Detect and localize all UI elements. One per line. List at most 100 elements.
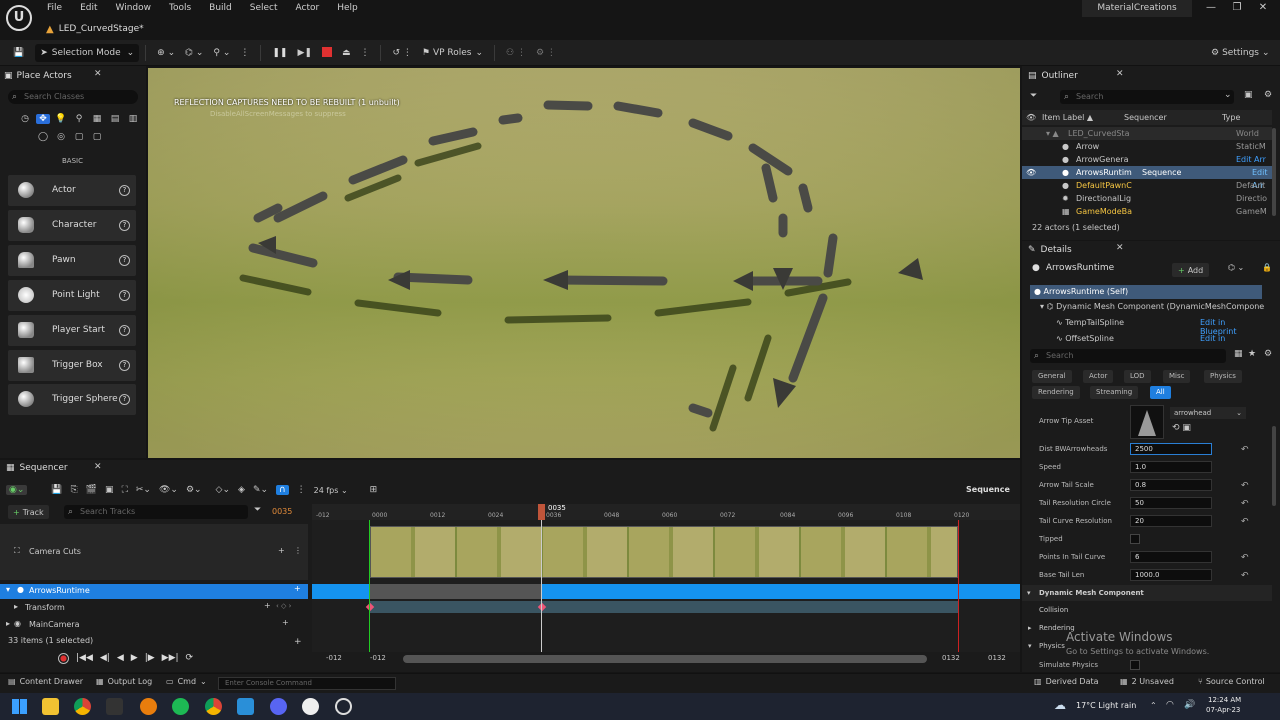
step-icon[interactable]: ▶❚ — [292, 44, 316, 62]
lock-icon[interactable]: 🔒 — [1262, 263, 1272, 272]
search-classes-input[interactable]: Search Classes — [8, 90, 138, 104]
component-offsetspline[interactable]: ∿ OffsetSpline Edit in Blueprint — [1056, 334, 1262, 342]
column-item-label[interactable]: Item Label ▲ — [1042, 113, 1124, 122]
blueprint-options-icon[interactable]: ⌬ ⌄ — [1228, 263, 1244, 272]
speed-field[interactable]: 1.0 — [1130, 461, 1212, 473]
menu-select[interactable]: Select — [241, 0, 287, 17]
pause-icon[interactable]: ❚❚ — [267, 44, 292, 62]
maximize-icon[interactable]: ❐ — [1230, 2, 1244, 14]
column-type[interactable]: Type — [1222, 113, 1240, 122]
close-icon[interactable]: ✕ — [94, 69, 102, 79]
view-range-start[interactable]: -012 — [326, 654, 342, 662]
gear-icon[interactable]: ⚙ — [1264, 349, 1272, 359]
edit-blueprint-link[interactable]: Edit in Blueprint — [1200, 334, 1262, 342]
reverse-play-icon[interactable]: ◀ — [117, 653, 124, 663]
save-as-icon[interactable]: ⎘ — [71, 485, 78, 495]
scrollbar[interactable] — [1272, 128, 1276, 216]
reset-icon[interactable]: ↶ — [1241, 517, 1249, 527]
sequencer-tab[interactable]: ▦ Sequencer — [6, 460, 106, 476]
console-command-input[interactable]: Enter Console Command — [218, 677, 396, 690]
actor-item[interactable]: Actor? — [8, 175, 136, 206]
current-frame-field[interactable]: 0035 — [272, 507, 292, 516]
jump-start-icon[interactable]: |◀◀ — [76, 653, 93, 663]
playback-options-icon[interactable]: ⚙⌄ — [186, 485, 202, 495]
cinematic-icon[interactable]: ⚲ — [72, 114, 86, 124]
vp-roles-dropdown[interactable]: ⚑ VP Roles ⌄ — [417, 44, 488, 62]
unreal-engine-icon[interactable] — [302, 698, 319, 715]
basic-icon[interactable]: ✥ — [36, 114, 50, 124]
component-dynamic-mesh[interactable]: ▾ ⌬ Dynamic Mesh Component (DynamicMeshC… — [1040, 302, 1264, 311]
working-range-start[interactable]: -012 — [370, 654, 386, 662]
tail-curve-resolution-field[interactable]: 20 — [1130, 515, 1212, 527]
outliner-row-directionallight[interactable]: ✹ DirectionalLig Directio — [1022, 192, 1272, 205]
reset-icon[interactable]: ↶ — [1241, 499, 1249, 509]
help-icon[interactable]: ? — [119, 220, 130, 231]
snap-icon[interactable]: ∩ — [276, 485, 289, 495]
dynamic-mesh-section[interactable]: ▾ Dynamic Mesh Component — [1022, 585, 1272, 601]
reset-icon[interactable]: ↶ — [1241, 445, 1249, 455]
timeline-area[interactable]: -012 0000 0012 0024 0036 0048 0060 0072 … — [312, 504, 1020, 652]
display-icon[interactable]: ⊞ — [370, 485, 378, 495]
geometry-icon[interactable]: ▤ — [108, 114, 122, 124]
place-actors-tab[interactable]: ▣ Place Actors — [4, 68, 104, 84]
visual-effects-icon[interactable]: ▦ — [90, 114, 104, 124]
selection-mode-dropdown[interactable]: ➤ Selection Mode ⌄ — [35, 43, 140, 62]
cube-icon[interactable]: ▢ — [72, 132, 86, 142]
category-misc[interactable]: Misc — [1163, 370, 1191, 383]
menu-file[interactable]: File — [38, 0, 71, 17]
playhead-line[interactable] — [541, 520, 542, 652]
edit-blueprint-link[interactable]: Edit Arr — [1236, 153, 1266, 166]
pawn-item[interactable]: Pawn? — [8, 245, 136, 276]
view-range-end[interactable]: 0132 — [988, 654, 1006, 662]
all-classes-icon[interactable]: ◯ — [36, 132, 50, 142]
discord-icon[interactable] — [270, 698, 287, 715]
arrow-tail-scale-field[interactable]: 0.8 — [1130, 479, 1212, 491]
category-rendering[interactable]: Rendering — [1032, 386, 1080, 399]
menu-window[interactable]: Window — [107, 0, 161, 17]
chevron-down-icon[interactable]: ⌄ — [1224, 90, 1232, 100]
clock-date[interactable]: 07-Apr-23 — [1206, 706, 1240, 714]
more-icon[interactable]: ⋮ — [355, 44, 374, 62]
component-self[interactable]: ● ArrowsRuntime (Self) — [1030, 285, 1262, 299]
menu-build[interactable]: Build — [200, 0, 241, 17]
search-tracks-input[interactable]: Search Tracks — [64, 505, 248, 519]
menu-help[interactable]: Help — [328, 0, 367, 17]
outliner-row-world[interactable]: ▾ ▲ LED_CurvedSta World — [1022, 127, 1272, 140]
playhead-handle[interactable] — [538, 504, 545, 520]
filter-icon[interactable]: ⏷ — [254, 505, 261, 515]
lights-icon[interactable]: 💡 — [54, 114, 68, 124]
wifi-icon[interactable]: ◠ — [1166, 700, 1174, 710]
category-physics[interactable]: Physics — [1204, 370, 1242, 383]
blender-icon[interactable] — [140, 698, 157, 715]
category-all[interactable]: All — [1150, 386, 1171, 399]
eject-icon[interactable]: ⏏ — [337, 44, 356, 62]
fps-dropdown[interactable]: 24 fps ⌄ — [314, 486, 348, 495]
multi-user-icon[interactable]: ⚇ ⋮ — [501, 44, 531, 62]
details-tab[interactable]: ✎ Details — [1028, 242, 1128, 258]
actor-to-sequencer-icon[interactable]: ▣ — [105, 485, 114, 495]
output-log-button[interactable]: ▦ Output Log — [96, 677, 152, 686]
volume-icon[interactable]: 🔊 — [1184, 700, 1195, 710]
cinematics-icon[interactable]: ⚲ ⌄ — [208, 44, 235, 62]
add-icon[interactable]: + — [264, 601, 271, 610]
reset-icon[interactable]: ↶ — [1241, 481, 1249, 491]
derived-data-button[interactable]: ▥ Derived Data — [1034, 677, 1099, 686]
filter-icon[interactable]: ⏷ — [1030, 91, 1037, 101]
chrome-icon[interactable] — [74, 698, 91, 715]
jump-end-icon[interactable]: ▶▶| — [162, 653, 179, 663]
track-maincamera[interactable]: ▸ ◉ MainCamera + — [0, 618, 308, 633]
volumes-icon[interactable]: ▥ — [126, 114, 140, 124]
column-sequencer[interactable]: Sequencer — [1124, 113, 1222, 122]
category-general[interactable]: General — [1032, 370, 1072, 383]
arrow-tip-asset-dropdown[interactable]: arrowhead ⌄ — [1170, 407, 1246, 419]
category-lod[interactable]: LOD — [1124, 370, 1151, 383]
outliner-row-arrow[interactable]: ● Arrow StaticM — [1022, 140, 1272, 153]
start-marker[interactable] — [369, 520, 370, 652]
level-tab[interactable]: ▲ LED_CurvedStage* — [38, 19, 152, 39]
track-camera-cuts[interactable]: ⛶ Camera Cuts + ⋮ — [0, 524, 308, 580]
outliner-row-gamemode[interactable]: ▦ GameModeBa GameM — [1022, 205, 1272, 218]
modes-icon[interactable]: ⋮ — [235, 44, 254, 62]
favorite-icon[interactable]: ★ — [1248, 349, 1256, 359]
key-nav-icon[interactable]: ‹ ◇ › — [276, 602, 291, 610]
key-all-icon[interactable]: ◈ — [238, 485, 245, 495]
